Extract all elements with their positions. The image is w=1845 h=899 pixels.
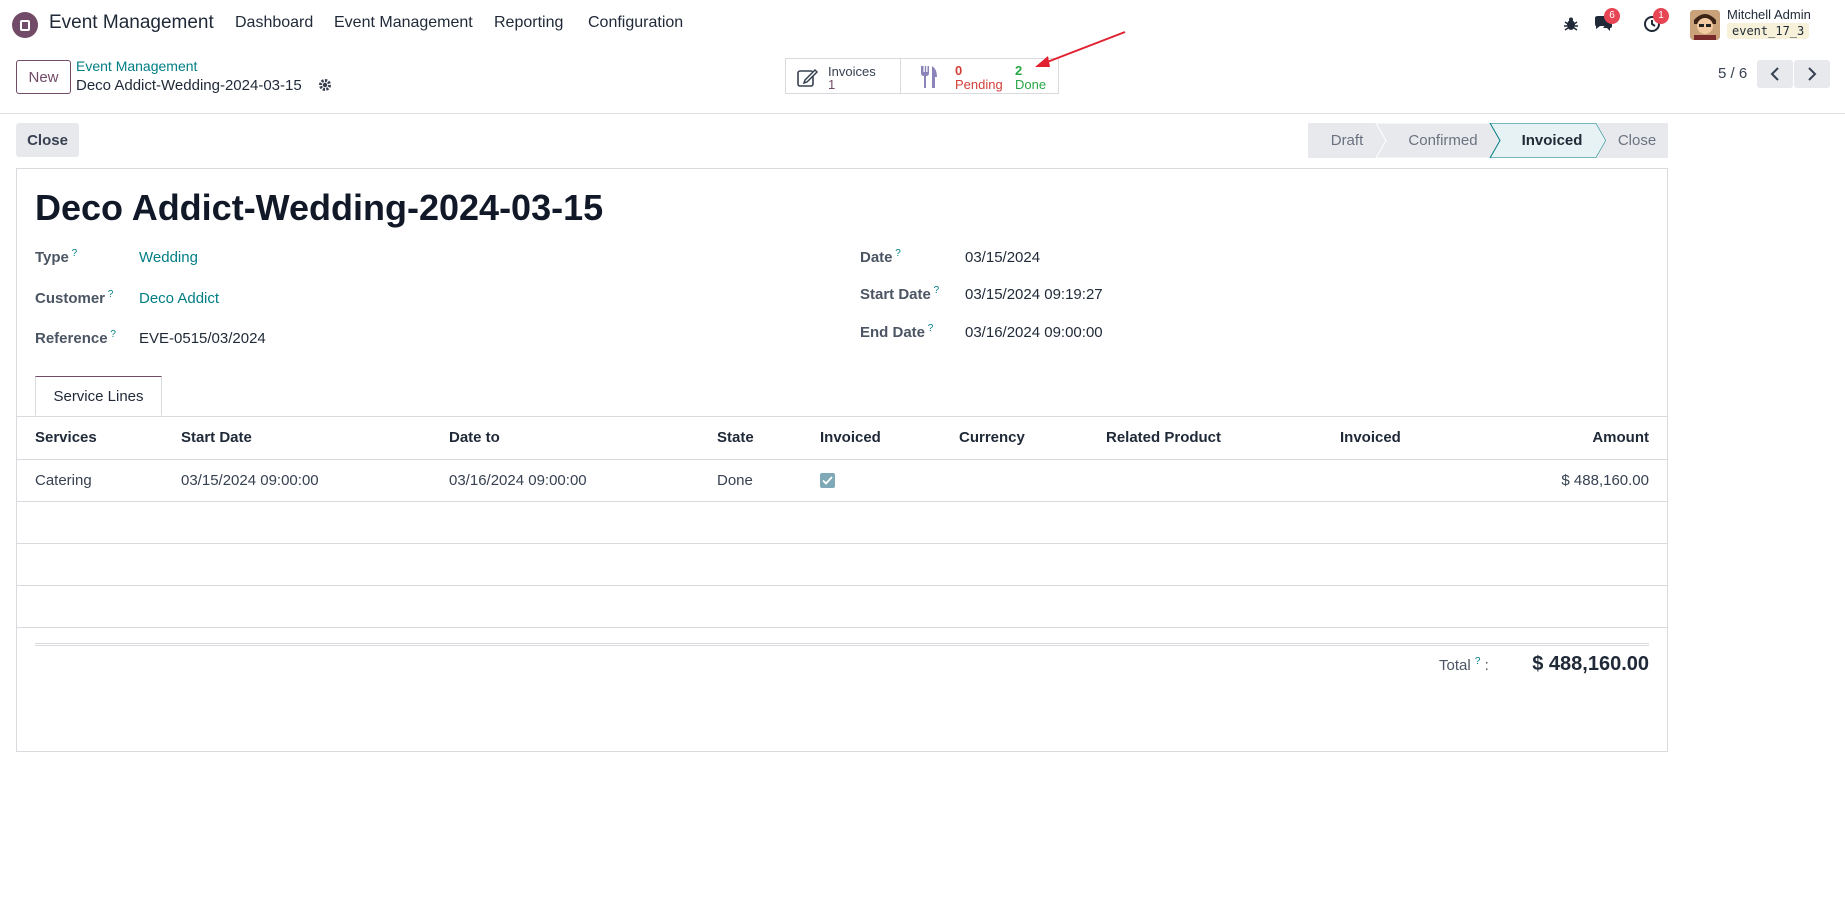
chat-icon[interactable]: 6 (1592, 8, 1620, 35)
cell-currency[interactable] (959, 459, 1106, 502)
cell-state[interactable]: Done (717, 459, 820, 502)
col-state[interactable]: State (717, 417, 820, 460)
tab-service-lines[interactable]: Service Lines (35, 376, 162, 416)
total-label: Total ? : (1439, 656, 1489, 674)
stage-invoiced[interactable]: Invoiced (1500, 123, 1604, 158)
chevron-left-icon (1770, 67, 1779, 81)
invoices-count: 1 (828, 77, 836, 92)
table-header-row: Services Start Date Date to State Invoic… (17, 417, 1667, 460)
stage-draft[interactable]: Draft (1308, 123, 1386, 158)
menu-dashboard[interactable]: Dashboard (235, 14, 313, 32)
cell-date-to[interactable]: 03/16/2024 09:00:00 (449, 459, 717, 502)
cell-related-product[interactable] (1106, 459, 1340, 502)
user-name[interactable]: Mitchell Admin (1727, 7, 1811, 22)
pager-previous-button[interactable] (1757, 60, 1793, 88)
col-invoiced-2[interactable]: Invoiced (1340, 417, 1510, 460)
form-sheet: Deco Addict-Wedding-2024-03-15 Type ? We… (16, 168, 1668, 752)
empty-row (17, 543, 1667, 586)
app-brand[interactable]: Event Management (49, 12, 214, 34)
col-related-product[interactable]: Related Product (1106, 417, 1340, 460)
stage-close[interactable]: Close (1606, 123, 1668, 158)
col-amount[interactable]: Amount (1510, 417, 1667, 460)
record-title[interactable]: Deco Addict-Wedding-2024-03-15 (35, 187, 603, 229)
table-row[interactable]: Catering 03/15/2024 09:00:00 03/16/2024 … (17, 459, 1667, 502)
cell-start-date[interactable]: 03/15/2024 09:00:00 (181, 459, 449, 502)
chat-badge: 6 (1604, 8, 1620, 24)
invoices-smart-button[interactable]: Invoices 1 (785, 58, 901, 94)
pager-next-button[interactable] (1794, 60, 1830, 88)
pending-label: Pending (955, 77, 1003, 92)
done-count: 2 (1015, 63, 1023, 78)
activity-badge: 1 (1653, 8, 1669, 24)
user-avatar[interactable] (1690, 10, 1720, 40)
edit-icon (797, 68, 819, 87)
col-services[interactable]: Services (17, 417, 181, 460)
menu-event-management[interactable]: Event Management (334, 14, 473, 32)
top-navbar: Event Management Dashboard Event Managem… (0, 0, 1845, 48)
start-date-value[interactable]: 03/15/2024 09:19:27 (965, 286, 1103, 303)
new-button[interactable]: New (16, 60, 71, 94)
service-lines-table: Services Start Date Date to State Invoic… (17, 417, 1667, 628)
app-logo-icon[interactable] (12, 12, 38, 38)
database-name: event_17_3 (1727, 23, 1810, 39)
total-divider (35, 643, 1649, 646)
start-date-label: Start Date ? (860, 285, 940, 303)
cell-amount[interactable]: $ 488,160.00 (1510, 459, 1667, 502)
empty-row (17, 501, 1667, 544)
invoiced-checkbox[interactable] (820, 472, 835, 488)
pager-value[interactable]: 5 / 6 (1718, 65, 1747, 82)
reference-value[interactable]: EVE-0515/03/2024 (139, 330, 266, 347)
end-date-value[interactable]: 03/16/2024 09:00:00 (965, 324, 1103, 341)
activity-clock-icon[interactable]: 1 (1641, 8, 1669, 35)
type-value[interactable]: Wedding (139, 249, 198, 266)
bug-icon[interactable] (1560, 13, 1582, 35)
date-label: Date ? (860, 248, 901, 266)
cell-invoiced (820, 459, 959, 502)
cutlery-icon (921, 66, 937, 88)
col-date-to[interactable]: Date to (449, 417, 717, 460)
reference-label: Reference ? (35, 329, 116, 347)
annotation-arrow (1035, 31, 1126, 67)
col-currency[interactable]: Currency (959, 417, 1106, 460)
empty-row (17, 585, 1667, 628)
done-label: Done (1015, 77, 1047, 92)
customer-value[interactable]: Deco Addict (139, 290, 219, 307)
gear-icon[interactable] (318, 78, 332, 96)
pending-count: 0 (955, 63, 963, 78)
control-panel: New Event Management Deco Addict-Wedding… (0, 48, 1845, 114)
date-value[interactable]: 03/15/2024 (965, 249, 1040, 266)
end-date-label: End Date ? (860, 323, 934, 341)
total-value: $ 488,160.00 (1532, 653, 1649, 675)
cell-invoiced-2[interactable] (1340, 459, 1510, 502)
chevron-right-icon (1808, 67, 1817, 81)
type-label: Type ? (35, 248, 78, 266)
stage-confirmed[interactable]: Confirmed (1386, 123, 1500, 158)
menu-configuration[interactable]: Configuration (588, 14, 683, 32)
menu-reporting[interactable]: Reporting (494, 14, 563, 32)
check-icon (822, 475, 833, 485)
cell-service[interactable]: Catering (17, 459, 181, 502)
breadcrumb-current: Deco Addict-Wedding-2024-03-15 (76, 77, 302, 94)
close-button[interactable]: Close (16, 123, 79, 157)
col-start-date[interactable]: Start Date (181, 417, 449, 460)
col-invoiced[interactable]: Invoiced (820, 417, 959, 460)
breadcrumb-parent[interactable]: Event Management (76, 58, 197, 74)
customer-label: Customer ? (35, 289, 114, 307)
